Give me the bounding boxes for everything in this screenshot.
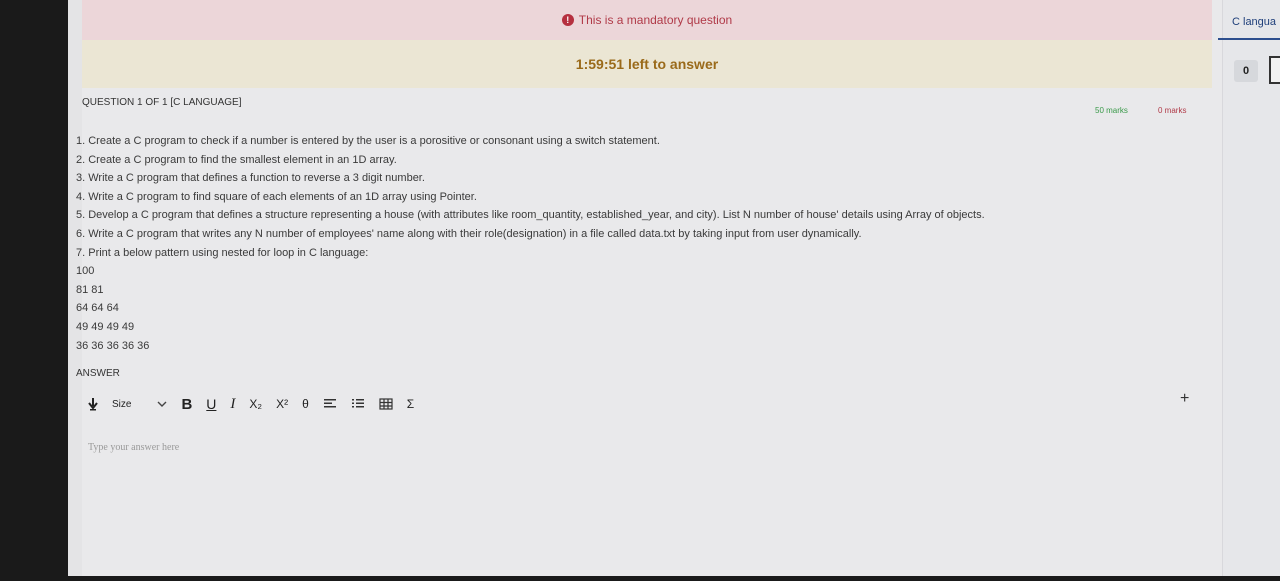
answer-label: ANSWER: [76, 368, 120, 379]
timer-text: 1:59:51 left to answer: [575, 56, 719, 72]
superscript-button[interactable]: X²: [276, 397, 288, 411]
question-line: 3. Write a C program that defines a func…: [76, 172, 425, 185]
question-line: 6. Write a C program that writes any N n…: [76, 227, 862, 240]
sigma-symbol-button[interactable]: Σ: [407, 397, 414, 411]
add-button[interactable]: +: [1180, 390, 1189, 408]
ordered-list-icon[interactable]: [351, 398, 365, 410]
panel-box[interactable]: [1269, 56, 1280, 84]
question-line: 7. Print a below pattern using nested fo…: [76, 246, 369, 259]
pattern-line: 49 49 49 49: [76, 320, 135, 333]
marks-scored: 0 marks: [1158, 106, 1187, 115]
answer-editor: [82, 432, 1202, 576]
question-line: 4. Write a C program to find square of e…: [76, 190, 477, 203]
size-label: Size: [112, 398, 132, 410]
underline-button[interactable]: U: [206, 396, 216, 412]
timer-banner: 1:59:51 left to answer: [82, 40, 1212, 88]
pattern-line: 100: [76, 265, 95, 278]
table-icon[interactable]: [379, 398, 393, 410]
language-tab[interactable]: C langua: [1218, 16, 1280, 40]
size-dropdown[interactable]: Size: [112, 399, 131, 410]
question-text: 1. Create a C program to check if a numb…: [76, 132, 1196, 355]
align-left-icon[interactable]: [323, 398, 337, 410]
right-panel: [1222, 0, 1280, 576]
pattern-line: 81 81: [76, 283, 104, 296]
theta-symbol-button[interactable]: θ: [302, 397, 309, 411]
marks-total: 50 marks: [1095, 106, 1128, 115]
answer-input[interactable]: [82, 432, 1202, 576]
font-size-icon[interactable]: [88, 397, 98, 411]
bold-button[interactable]: B: [181, 396, 192, 413]
question-count-badge[interactable]: 0: [1234, 60, 1258, 82]
pattern-line: 36 36 36 36 36: [76, 339, 150, 352]
editor-toolbar: Size B U I X₂ X² θ Σ: [88, 393, 428, 415]
question-title: QUESTION 1 OF 1 [C LANGUAGE]: [82, 97, 242, 108]
question-line: 5. Develop a C program that defines a st…: [76, 209, 985, 222]
subscript-button[interactable]: X₂: [249, 397, 262, 411]
chevron-down-icon[interactable]: [157, 400, 167, 408]
mandatory-banner: ! This is a mandatory question: [82, 0, 1212, 40]
italic-button[interactable]: I: [230, 396, 235, 413]
pattern-line: 64 64 64: [76, 302, 119, 315]
question-line: 1. Create a C program to check if a numb…: [76, 135, 660, 147]
question-line: 2. Create a C program to find the smalle…: [76, 153, 397, 166]
alert-icon: !: [561, 14, 574, 26]
mandatory-text: This is a mandatory question: [578, 13, 733, 27]
